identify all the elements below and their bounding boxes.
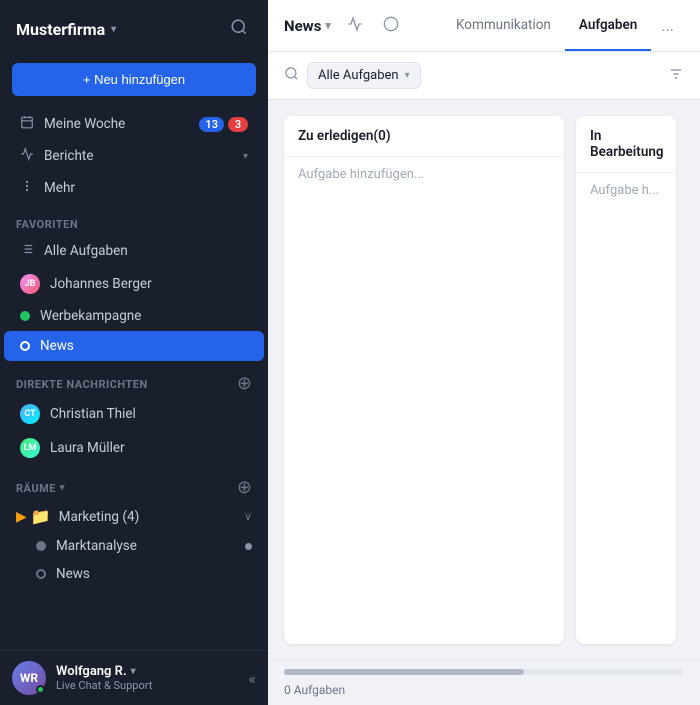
avatar-ct: CT: [20, 404, 40, 424]
berichte-arrow-icon: ▾: [243, 151, 248, 162]
berichte-label: Berichte: [44, 148, 233, 164]
badge-blue: 13: [199, 117, 224, 132]
main-content: News ▾ Kommunikation Aufgaben: [268, 0, 700, 705]
channel-chevron-icon: ▾: [325, 19, 331, 32]
alle-aufgaben-label: Alle Aufgaben: [44, 243, 248, 259]
marktanalyse-notification-icon: [245, 543, 252, 550]
favoriten-section-label: Favoriten: [0, 204, 268, 235]
raume-chevron-icon: ▾: [60, 483, 65, 493]
search-icon[interactable]: [226, 14, 252, 45]
avatar: WR: [12, 661, 46, 695]
sidebar-item-werbekampagne[interactable]: Werbekampagne: [4, 301, 264, 331]
kanban-col1-add-task[interactable]: Aufgabe hinzufügen...: [284, 157, 564, 192]
marktanalyse-dot-icon: [36, 541, 46, 551]
sidebar-item-mehr[interactable]: Mehr: [4, 172, 264, 204]
kanban-col1-header: Zu erledigen(0): [284, 116, 564, 157]
folder-icon: ▶: [16, 509, 27, 525]
reports-icon: [20, 147, 34, 165]
scrollbar-thumb[interactable]: [284, 669, 524, 675]
filter-search-icon: [284, 66, 299, 85]
tab-kommunikation[interactable]: Kommunikation: [442, 0, 565, 51]
add-raume-icon[interactable]: ⊕: [237, 479, 252, 497]
list-icon: [20, 242, 34, 260]
sidebar-item-alle-aufgaben[interactable]: Alle Aufgaben: [4, 235, 264, 267]
kanban-col-zu-erledigen: Zu erledigen(0) Aufgabe hinzufügen...: [284, 116, 564, 644]
user-status: Live Chat & Support: [56, 679, 238, 692]
meine-woche-badges: 13 3: [199, 117, 248, 132]
pulse-icon[interactable]: [343, 12, 367, 40]
johannes-berger-label: Johannes Berger: [50, 276, 248, 292]
calendar-icon: [20, 115, 34, 133]
news-label: News: [40, 338, 248, 354]
sidebar-item-berichte[interactable]: Berichte ▾: [4, 140, 264, 172]
filter-bar: Alle Aufgaben ▾: [268, 52, 700, 100]
marketing-chevron-icon: ∨: [244, 510, 252, 523]
filter-dropdown[interactable]: Alle Aufgaben ▾: [307, 62, 421, 89]
kanban-col-in-bearbeitung: In Bearbeitung Aufgabe h...: [576, 116, 676, 644]
kanban-col2-header: In Bearbeitung: [576, 116, 676, 173]
collapse-sidebar-icon[interactable]: «: [248, 669, 256, 688]
avatar-jb: JB: [20, 274, 40, 294]
more-icon: [20, 179, 34, 197]
news-dot-icon: [20, 341, 30, 351]
circle-icon[interactable]: [379, 12, 403, 40]
badge-red: 3: [228, 117, 248, 132]
folder-color-icon: 📁: [31, 507, 51, 526]
task-count-label: 0 Aufgaben: [284, 683, 345, 697]
user-chevron-icon: ▾: [131, 666, 136, 677]
user-name: Wolfgang R. ▾: [56, 664, 238, 679]
filter-chevron-icon: ▾: [405, 70, 410, 81]
raume-label: Räume ▾: [16, 482, 237, 495]
scrollbar-track: [284, 669, 684, 675]
sidebar-item-news[interactable]: News: [4, 331, 264, 361]
user-footer[interactable]: WR Wolfgang R. ▾ Live Chat & Support «: [0, 650, 268, 705]
sidebar-item-johannes-berger[interactable]: JB Johannes Berger: [4, 267, 264, 301]
mehr-label: Mehr: [44, 180, 248, 196]
user-info: Wolfgang R. ▾ Live Chat & Support: [56, 664, 238, 692]
sidebar-item-news-sub[interactable]: News: [0, 560, 268, 588]
laura-mueller-label: Laura Müller: [50, 440, 248, 456]
tab-bar: Kommunikation Aufgaben ...: [442, 0, 684, 51]
sidebar: Musterfirma ▾ + Neu hinzufügen Meine Woc…: [0, 0, 268, 705]
news-sub-label: News: [56, 566, 90, 582]
marktanalyse-label: Marktanalyse: [56, 538, 137, 554]
topbar-icons: [343, 12, 403, 40]
add-dm-icon[interactable]: ⊕: [237, 375, 252, 393]
sidebar-header: Musterfirma ▾: [0, 0, 268, 59]
top-bar: News ▾ Kommunikation Aufgaben: [268, 0, 700, 52]
sidebar-item-meine-woche[interactable]: Meine Woche 13 3: [4, 108, 264, 140]
sidebar-item-christian-thiel[interactable]: CT Christian Thiel: [4, 397, 264, 431]
tab-more[interactable]: ...: [651, 0, 684, 51]
marketing-label: Marketing (4): [59, 509, 236, 525]
online-dot-icon: [20, 311, 30, 321]
company-chevron-icon: ▾: [111, 24, 116, 35]
werbekampagne-label: Werbekampagne: [40, 308, 248, 324]
raume-section: Räume ▾ ⊕: [0, 465, 268, 501]
bottom-bar: 0 Aufgaben: [268, 660, 700, 705]
online-status-icon: [36, 685, 45, 694]
kanban-col2-add-task[interactable]: Aufgabe h...: [576, 173, 676, 208]
sidebar-item-marktanalyse[interactable]: Marktanalyse: [0, 532, 268, 560]
sidebar-item-marketing[interactable]: ▶ 📁 Marketing (4) ∨: [0, 501, 268, 532]
christian-thiel-label: Christian Thiel: [50, 406, 248, 422]
direkte-nachrichten-section: Direkte Nachrichten ⊕: [0, 361, 268, 397]
company-name[interactable]: Musterfirma ▾: [16, 20, 116, 39]
kanban-board: Zu erledigen(0) Aufgabe hinzufügen... In…: [268, 100, 700, 660]
avatar-lm: LM: [20, 438, 40, 458]
direkte-nachrichten-label: Direkte Nachrichten: [16, 378, 237, 391]
add-new-button[interactable]: + Neu hinzufügen: [12, 63, 256, 96]
filter-lines-icon[interactable]: [668, 66, 684, 86]
status-bar: 0 Aufgaben: [284, 683, 684, 697]
sidebar-item-laura-mueller[interactable]: LM Laura Müller: [4, 431, 264, 465]
channel-title[interactable]: News ▾: [284, 17, 331, 35]
news-sub-dot-icon: [36, 569, 46, 579]
meine-woche-label: Meine Woche: [44, 116, 189, 132]
tab-aufgaben[interactable]: Aufgaben: [565, 0, 651, 51]
